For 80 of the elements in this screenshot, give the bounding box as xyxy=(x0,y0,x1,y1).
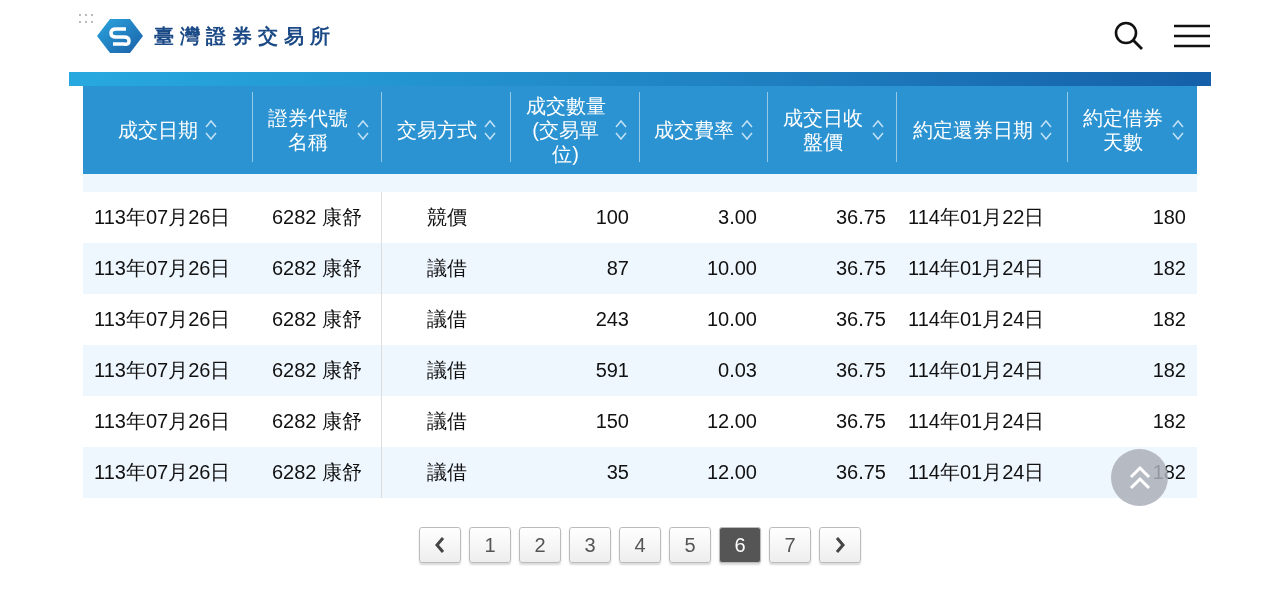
site-name: 臺灣證券交易所 xyxy=(154,23,336,49)
double-chevron-up-icon xyxy=(1127,464,1152,491)
table-cell: 243 xyxy=(595,308,629,331)
sort-icon[interactable] xyxy=(740,117,754,143)
logo-icon[interactable] xyxy=(96,18,144,54)
sort-icon[interactable] xyxy=(355,117,370,143)
table-cell-text: 6282 康舒 xyxy=(271,205,363,230)
column-header[interactable]: 成交數量(交易單位) xyxy=(523,94,608,166)
table-cell-text: 6282 康舒 xyxy=(271,409,363,434)
previous-page-button[interactable] xyxy=(419,527,461,563)
table-cell: 182 xyxy=(1152,308,1186,331)
table-cell: 591 xyxy=(595,359,629,382)
chevron-left-icon xyxy=(434,536,446,554)
table-cell: 36.75 xyxy=(835,257,886,280)
table-cell-text: 競價 xyxy=(426,205,467,230)
column-header[interactable]: 交易方式 xyxy=(396,118,477,142)
table-cell-text: 114年01月24日 xyxy=(908,307,1045,332)
table-cell-text: 113年07月26日 xyxy=(94,256,231,281)
table-cell-text: 114年01月24日 xyxy=(908,358,1045,383)
table-cell: 180 xyxy=(1152,206,1186,229)
table-cell: 12.00 xyxy=(706,461,757,484)
table-cell-text: 113年07月26日 xyxy=(94,358,231,383)
sort-icon[interactable] xyxy=(1170,117,1185,143)
table-cell-text: 議借 xyxy=(426,256,467,281)
table-cell-text: 議借 xyxy=(426,460,467,485)
page-button[interactable]: 3 xyxy=(569,527,611,563)
table-cell: 182 xyxy=(1152,359,1186,382)
table-cell-text: 議借 xyxy=(426,358,467,383)
sort-icon[interactable] xyxy=(1038,117,1053,143)
table-cell-text: 113年07月26日 xyxy=(94,460,231,485)
search-icon[interactable] xyxy=(1114,21,1144,51)
table-cell-text: 114年01月24日 xyxy=(908,409,1045,434)
table-cell-text: 113年07月26日 xyxy=(94,409,231,434)
table-cell-text: 114年01月22日 xyxy=(908,205,1045,230)
table-cell: 0.03 xyxy=(718,359,757,382)
menu-icon[interactable] xyxy=(1174,24,1210,48)
page-button[interactable]: 5 xyxy=(669,527,711,563)
column-header[interactable]: 成交日期 xyxy=(118,118,198,142)
table-cell: 36.75 xyxy=(835,461,886,484)
sort-icon[interactable] xyxy=(482,117,497,143)
chevron-right-icon xyxy=(834,536,846,554)
grid-dots-icon xyxy=(78,13,94,25)
table-cell-text: 113年07月26日 xyxy=(94,307,231,332)
page-button[interactable]: 2 xyxy=(519,527,561,563)
table-cell: 3.00 xyxy=(718,206,757,229)
sort-icon[interactable] xyxy=(870,117,885,143)
table-cell: 10.00 xyxy=(706,257,757,280)
table-cell: 87 xyxy=(606,257,629,280)
table-cell-text: 議借 xyxy=(426,409,467,434)
table-cell: 36.75 xyxy=(835,308,886,331)
page-button[interactable]: 7 xyxy=(769,527,811,563)
next-page-button[interactable] xyxy=(819,527,861,563)
column-header[interactable]: 約定還券日期 xyxy=(912,118,1033,142)
table-cell-text: 6282 康舒 xyxy=(271,358,363,383)
table-cell: 36.75 xyxy=(835,410,886,433)
page-button[interactable]: 1 xyxy=(469,527,511,563)
table-cell-text: 113年07月26日 xyxy=(94,205,231,230)
column-header[interactable]: 證券代號名稱 xyxy=(265,106,350,154)
column-header[interactable]: 約定借券天數 xyxy=(1080,106,1165,154)
table-cell: 182 xyxy=(1152,410,1186,433)
table-cell: 36.75 xyxy=(835,359,886,382)
sort-icon[interactable] xyxy=(613,117,628,143)
page-button[interactable]: 6 xyxy=(719,527,761,563)
table-cell-text: 6282 康舒 xyxy=(271,460,363,485)
table-cell: 182 xyxy=(1152,257,1186,280)
table-cell-text: 6282 康舒 xyxy=(271,307,363,332)
column-header[interactable]: 成交日收盤價 xyxy=(780,106,865,154)
table-cell: 12.00 xyxy=(706,410,757,433)
table-cell: 35 xyxy=(606,461,629,484)
table-cell: 100 xyxy=(595,206,629,229)
page-button[interactable]: 4 xyxy=(619,527,661,563)
table-cell: 36.75 xyxy=(835,206,886,229)
table-cell-text: 114年01月24日 xyxy=(908,256,1045,281)
sort-icon[interactable] xyxy=(204,117,218,143)
table-cell-text: 114年01月24日 xyxy=(908,460,1045,485)
table-cell: 10.00 xyxy=(706,308,757,331)
table-cell-text: 6282 康舒 xyxy=(271,256,363,281)
table-cell: 150 xyxy=(595,410,629,433)
table-cell-text: 議借 xyxy=(426,307,467,332)
column-header[interactable]: 成交費率 xyxy=(654,118,734,142)
